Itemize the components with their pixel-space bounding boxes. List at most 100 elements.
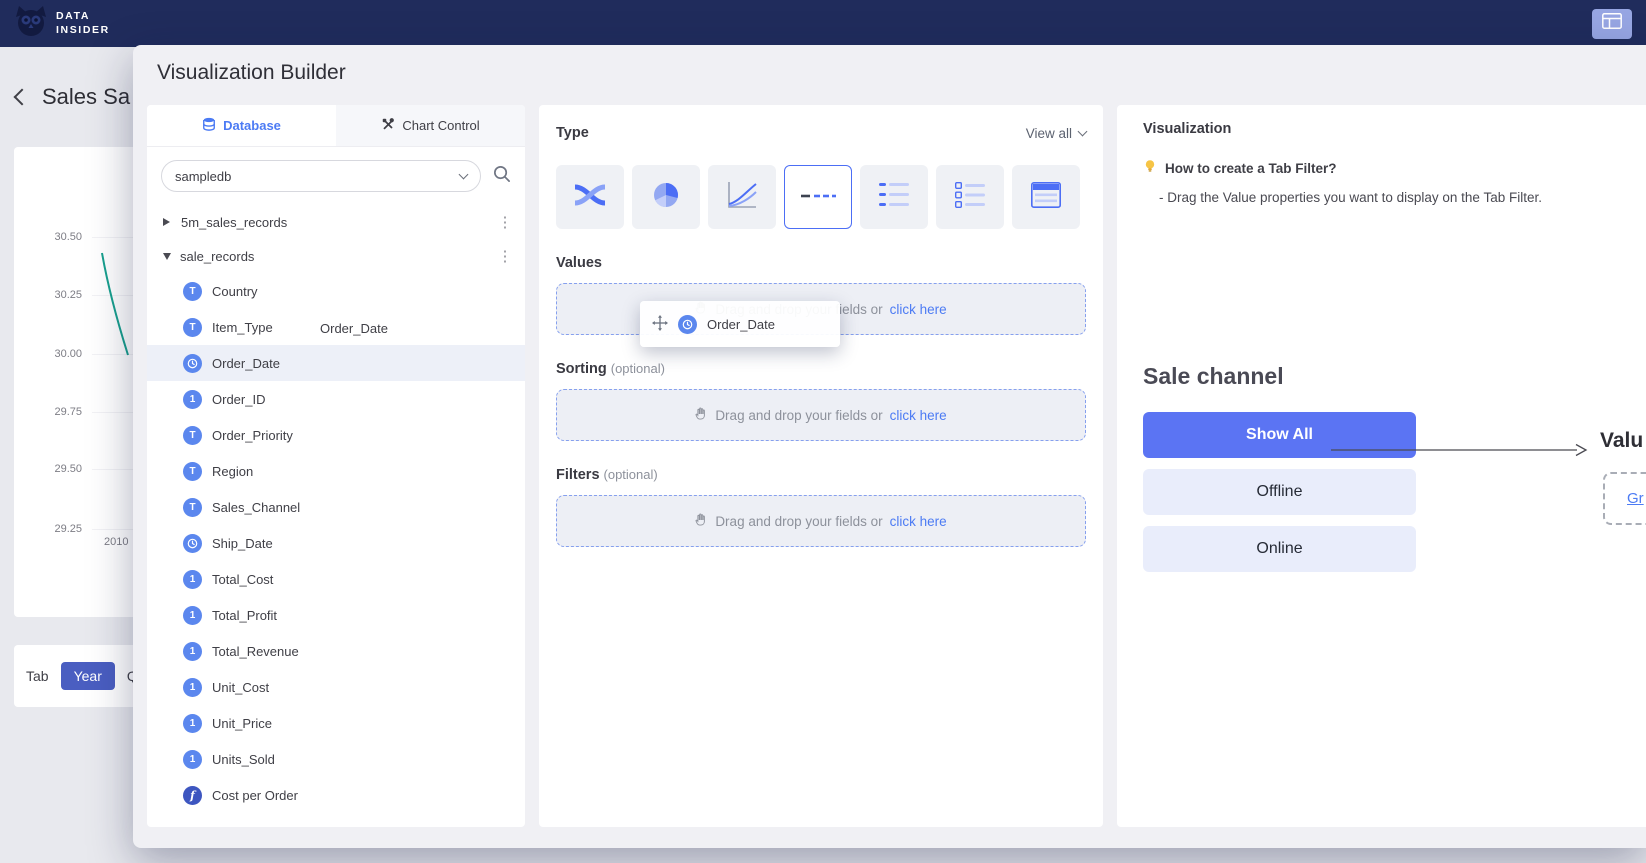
caret-right-icon[interactable] (163, 218, 170, 226)
view-all-button[interactable]: View all (1026, 126, 1086, 141)
table-row-sale-records[interactable]: sale_records (147, 239, 525, 273)
date-field-icon (183, 534, 202, 553)
type-card-table[interactable] (1012, 165, 1080, 229)
field-name: Country (212, 284, 258, 299)
chevron-down-icon (1078, 126, 1088, 136)
tab-filter-button-offline[interactable]: Offline (1143, 469, 1416, 515)
back-icon[interactable] (14, 89, 31, 106)
search-icon[interactable] (492, 164, 511, 188)
owl-logo-icon (14, 3, 48, 44)
group-link[interactable]: Gr (1627, 490, 1644, 507)
kebab-menu-icon[interactable] (497, 213, 513, 231)
type-card-sankey[interactable] (556, 165, 624, 229)
granularity-tab-label[interactable]: Tab (26, 668, 49, 684)
caret-down-icon[interactable] (163, 253, 171, 260)
values-section-label: Values (556, 255, 1086, 271)
preview-chart-title: Sale channel (1143, 363, 1620, 390)
tools-icon (381, 117, 395, 134)
filters-dropzone[interactable]: Drag and drop your fields or click here (556, 495, 1086, 547)
field-row-cost-per-order[interactable]: f Cost per Order (147, 777, 525, 813)
text-field-icon: T (183, 426, 202, 445)
granularity-year-chip[interactable]: Year (61, 662, 115, 690)
field-row-units-sold[interactable]: 1 Units_Sold (147, 741, 525, 777)
field-name: Item_Type (212, 320, 273, 335)
field-row-total-revenue[interactable]: 1 Total_Revenue (147, 633, 525, 669)
drag-ghost-order-date[interactable]: Order_Date (640, 301, 840, 347)
click-here-link[interactable]: click here (890, 408, 947, 423)
filters-section-label: Filters(optional) (556, 467, 1086, 483)
database-panel: Database Chart Control sampledb (147, 105, 525, 827)
field-row-unit-cost[interactable]: 1 Unit_Cost (147, 669, 525, 705)
field-row-order-priority[interactable]: T Order_Priority (147, 417, 525, 453)
table-row-5m-sales-records[interactable]: 5m_sales_records (147, 205, 525, 239)
click-here-link[interactable]: click here (890, 302, 947, 317)
field-row-sales-channel[interactable]: T Sales_Channel (147, 489, 525, 525)
type-card-pie[interactable] (632, 165, 700, 229)
field-row-total-profit[interactable]: 1 Total_Profit (147, 597, 525, 633)
tab-chart-control-label: Chart Control (402, 118, 479, 133)
visualization-builder-modal: Visualization Builder Database Chart Con… (133, 45, 1646, 848)
type-card-checkbox-list[interactable] (936, 165, 1004, 229)
field-row-item-type[interactable]: T Item_Type (147, 309, 525, 345)
table-name: sale_records (180, 249, 497, 264)
chevron-down-icon (459, 169, 469, 179)
field-row-country[interactable]: T Country (147, 273, 525, 309)
field-row-ship-date[interactable]: Ship_Date (147, 525, 525, 561)
ghost-label: Order_Date (707, 317, 775, 332)
line-chart-icon (726, 180, 758, 215)
field-name: Total_Cost (212, 572, 273, 587)
source-row: sampledb (147, 147, 525, 199)
dashboard-grid-button[interactable] (1592, 9, 1632, 39)
values-edge-label: Valu (1600, 429, 1643, 453)
y-tick: 30.00 (38, 348, 82, 360)
text-field-icon: T (183, 462, 202, 481)
x-tick: 2010 (104, 536, 128, 548)
page-title: Sales Sa (42, 84, 130, 110)
value-list-icon (879, 182, 909, 213)
field-name: Order_ID (212, 392, 265, 407)
tab-filter-icon (800, 188, 836, 206)
modal-title: Visualization Builder (157, 61, 346, 85)
field-row-region[interactable]: T Region (147, 453, 525, 489)
click-here-link[interactable]: click here (890, 514, 947, 529)
y-tick: 29.50 (38, 463, 82, 475)
field-name: Units_Sold (212, 752, 275, 767)
field-name: Total_Revenue (212, 644, 299, 659)
number-field-icon: 1 (183, 642, 202, 661)
tab-chart-control[interactable]: Chart Control (336, 105, 525, 146)
screen: DATA INSIDER Sales Sa 30.50 30.25 30.00 … (0, 0, 1646, 863)
number-field-icon: 1 (183, 678, 202, 697)
field-name: Unit_Cost (212, 680, 269, 695)
field-name: Unit_Price (212, 716, 272, 731)
drag-hand-icon (695, 513, 708, 529)
tab-filter-preview: Show All Offline Online (1143, 412, 1416, 572)
field-name: Cost per Order (212, 788, 298, 803)
lightbulb-icon (1143, 159, 1157, 178)
number-field-icon: 1 (183, 714, 202, 733)
sorting-dropzone[interactable]: Drag and drop your fields or click here (556, 389, 1086, 441)
type-card-tab-filter[interactable] (784, 165, 852, 229)
tab-filter-button-show-all[interactable]: Show All (1143, 412, 1416, 458)
left-panel-tabs: Database Chart Control (147, 105, 525, 147)
top-navbar: DATA INSIDER (0, 0, 1646, 47)
tab-filter-button-online[interactable]: Online (1143, 526, 1416, 572)
checkbox-list-icon (955, 182, 985, 213)
number-field-icon: 1 (183, 606, 202, 625)
field-row-total-cost[interactable]: 1 Total_Cost (147, 561, 525, 597)
text-field-icon: T (183, 498, 202, 517)
field-row-order-date[interactable]: Order_Date (147, 345, 525, 381)
kebab-menu-icon[interactable] (497, 247, 513, 265)
table-name: 5m_sales_records (181, 215, 497, 230)
chart-type-selector (556, 165, 1086, 229)
field-row-unit-price[interactable]: 1 Unit_Price (147, 705, 525, 741)
number-field-icon: 1 (183, 570, 202, 589)
y-tick: 29.75 (38, 406, 82, 418)
database-select[interactable]: sampledb (161, 160, 481, 192)
tab-database[interactable]: Database (147, 105, 336, 146)
values-edge-dropzone[interactable]: Gr (1603, 472, 1646, 525)
dropzone-text: Drag and drop your fields or (715, 514, 882, 529)
field-row-order-id[interactable]: 1 Order_ID (147, 381, 525, 417)
y-tick: 29.25 (38, 523, 82, 535)
type-card-value-list[interactable] (860, 165, 928, 229)
type-card-line[interactable] (708, 165, 776, 229)
